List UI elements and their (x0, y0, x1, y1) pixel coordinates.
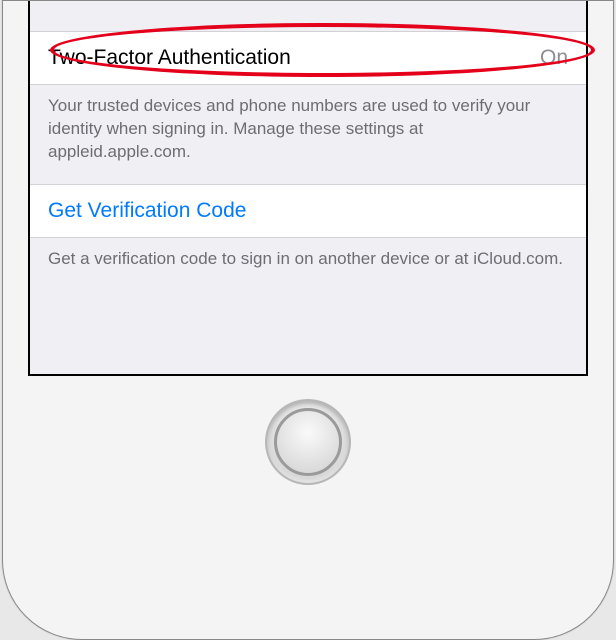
get-verification-code-label: Get Verification Code (48, 199, 246, 223)
two-factor-label: Two-Factor Authentication (48, 46, 291, 70)
two-factor-value: On (540, 46, 568, 70)
two-factor-footer: Your trusted devices and phone numbers a… (30, 85, 586, 184)
two-factor-auth-row[interactable]: Two-Factor Authentication On (30, 31, 586, 85)
phone-frame: Two-Factor Authentication On Your truste… (2, 0, 614, 640)
verification-code-footer: Get a verification code to sign in on an… (30, 238, 586, 291)
settings-screen: Two-Factor Authentication On Your truste… (28, 1, 588, 376)
home-button[interactable] (265, 399, 351, 485)
get-verification-code-row[interactable]: Get Verification Code (30, 184, 586, 238)
